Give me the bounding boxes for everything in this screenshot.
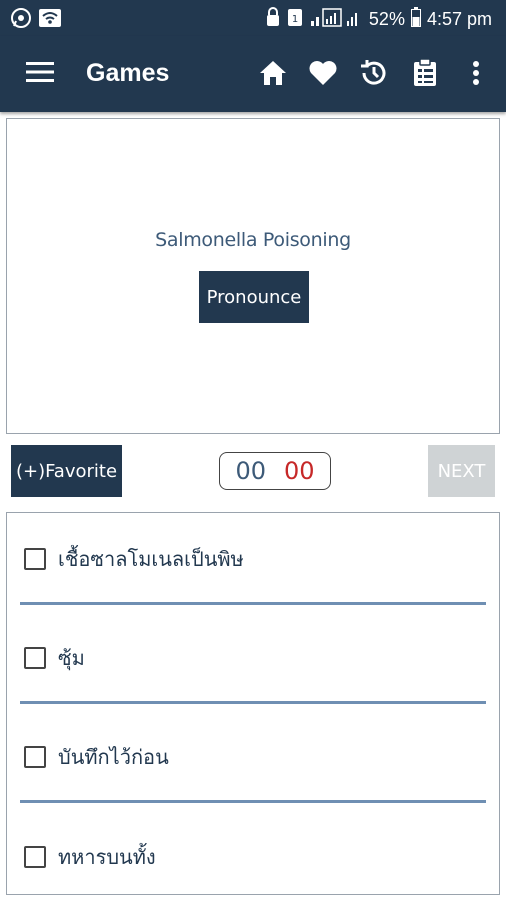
lock-icon — [265, 7, 281, 32]
clipboard-icon[interactable] — [410, 58, 440, 88]
pronounce-button[interactable]: Pronounce — [199, 271, 309, 323]
divider — [20, 701, 486, 704]
timer-seconds: 00 — [284, 457, 315, 485]
clock-time: 4:57 pm — [426, 9, 492, 29]
checkbox[interactable] — [24, 846, 46, 868]
word-card: Salmonella Poisoning Pronounce — [6, 118, 500, 434]
app-bar: Games — [0, 36, 506, 112]
question-word: Salmonella Poisoning — [155, 229, 351, 251]
divider — [20, 800, 486, 803]
menu-icon[interactable] — [26, 61, 54, 85]
divider — [20, 602, 486, 605]
checkbox[interactable] — [24, 548, 46, 570]
timer: 00 00 — [219, 452, 331, 490]
answer-option-label: ทหารบนทั้ง — [58, 845, 156, 869]
page-title: Games — [86, 59, 170, 87]
next-button[interactable]: NEXT — [428, 445, 495, 497]
wifi-icon — [38, 7, 62, 34]
battery-text: 52% — [368, 9, 405, 29]
more-vert-icon[interactable] — [461, 58, 491, 88]
answer-option[interactable]: บันทึกไว้ก่อน — [24, 741, 169, 773]
timer-minutes: 00 — [235, 457, 266, 485]
favorite-button[interactable]: (+)Favorite — [11, 445, 122, 497]
answer-option[interactable]: เชื้อซาลโมเนลเป็นพิษ — [24, 543, 244, 575]
status-bar: 1 52% 4:57 pm — [0, 0, 506, 36]
notification-icon: 1 — [287, 7, 303, 32]
history-icon[interactable] — [359, 58, 389, 88]
whatsapp-icon — [10, 7, 32, 34]
answer-option-label: ซุ้ม — [58, 646, 85, 670]
svg-text:1: 1 — [292, 14, 298, 25]
signal-icon — [309, 7, 363, 32]
battery-icon — [410, 7, 421, 32]
answer-option[interactable]: ทหารบนทั้ง — [24, 841, 156, 873]
checkbox[interactable] — [24, 746, 46, 768]
answer-option-label: เชื้อซาลโมเนลเป็นพิษ — [58, 547, 244, 571]
checkbox[interactable] — [24, 647, 46, 669]
home-icon[interactable] — [258, 58, 288, 88]
answer-option-label: บันทึกไว้ก่อน — [58, 745, 169, 769]
heart-icon[interactable] — [308, 58, 338, 88]
answer-option[interactable]: ซุ้ม — [24, 642, 85, 674]
